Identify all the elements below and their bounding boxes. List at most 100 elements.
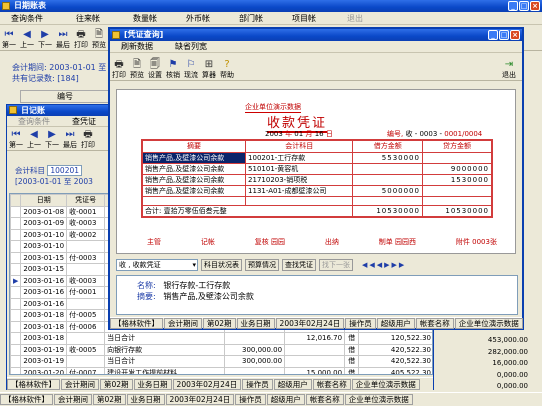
voucher-entry-row[interactable]: 销售产品,及壁漆公司余款 510101-黄容机 9000000 <box>141 162 493 175</box>
find-voucher-button[interactable]: 查找凭证 <box>282 258 316 271</box>
cell-date: 2003-01-10 <box>20 240 68 253</box>
voucher-title-bar[interactable]: [凭证查询] _ □ × <box>110 29 522 41</box>
cell-date: 2003-01-20 <box>20 366 68 374</box>
diary-next-button[interactable]: ▶ 下一 <box>43 129 61 150</box>
main-right-values: 453,000.00 282,000.00 16,000.00 0,000.00… <box>432 335 532 393</box>
voucher-entry-row[interactable] <box>141 195 493 206</box>
voucher-entry-row[interactable]: 销售产品,及壁漆公司余款 1131-A01-成都壁漆公司 5000000 <box>141 184 493 197</box>
entry-subject <box>245 195 354 206</box>
col-summary: 摘要 <box>141 139 247 153</box>
voucher-maximize-button[interactable]: □ <box>499 30 509 40</box>
print-button[interactable]: 🖶 打印 <box>72 29 90 50</box>
cell-summary: 建设开发工作提前材料 <box>104 366 226 374</box>
voucher-setup-button[interactable]: 🗐 设置 <box>146 59 164 80</box>
table-row[interactable]: 2003-01-19 当日合计 300,000.00 借 420,522.30 <box>10 355 432 368</box>
preview-icon: 🗎 <box>94 29 104 40</box>
cell-date: 2003-01-15 <box>20 251 68 264</box>
minimize-button[interactable]: _ <box>508 1 518 11</box>
voucher-exit-button[interactable]: ⇥ 退出 <box>500 59 518 80</box>
voucher-type-select[interactable]: 收 , 收款凭证 ▾ <box>116 258 198 271</box>
first-icon: ⏮ <box>4 29 14 40</box>
right-value: 0,000.00 <box>496 382 528 390</box>
close-button[interactable]: × <box>530 1 540 11</box>
voucher-print-button[interactable]: 🖶 打印 <box>110 59 128 80</box>
menu-query[interactable]: 查询条件 <box>0 13 54 24</box>
menu-account[interactable]: 往来帐 <box>54 13 111 24</box>
cell-debit <box>224 332 286 345</box>
voucher-preview-button[interactable]: 🗎 预览 <box>128 59 146 80</box>
calculator-button[interactable]: ⊞ 算器 <box>200 59 218 80</box>
cell-credit <box>284 343 346 356</box>
cell-credit: 12,016.70 <box>284 332 346 345</box>
table-row[interactable]: 2003-01-20 付-0007 建设开发工作提前材料 15,000.00 借 405,… <box>10 366 432 374</box>
setup-icon: 🗐 <box>150 59 160 70</box>
menu-project[interactable]: 项目帐 <box>274 13 327 24</box>
menu-currency[interactable]: 外币帐 <box>168 13 221 24</box>
row-marker <box>10 263 22 276</box>
preview-button[interactable]: 🗎 预览 <box>90 29 108 50</box>
voucher-menubar: 刷新数据 缺省列宽 <box>110 41 522 53</box>
cell-date: 2003-01-10 <box>20 228 68 241</box>
voucher-entry-row[interactable]: 销售产品,及壁漆公司余款 100201-工行存款 5530000 <box>141 151 493 164</box>
budget-button[interactable]: 预算情况 <box>245 258 279 271</box>
col-date[interactable]: 日期 <box>20 194 68 207</box>
diary-prev-button[interactable]: ◀ 上一 <box>25 129 43 150</box>
right-value: 0,000.00 <box>496 370 528 379</box>
entry-subject: 21710203-销项税 <box>245 173 354 186</box>
cell-direction: 借 <box>344 366 360 374</box>
diary-menu-query[interactable]: 查询条件 <box>7 116 61 127</box>
cell-voucher-no: 收-0005 <box>66 343 106 356</box>
menu-exit[interactable]: 退出 <box>327 13 374 24</box>
prev-button[interactable]: ◀ 上一 <box>18 29 36 50</box>
cell-voucher-no: 收-0001 <box>66 205 106 218</box>
last-button[interactable]: ⏭ 最后 <box>54 29 72 50</box>
entry-credit <box>421 151 493 164</box>
voucher-minimize-button[interactable]: _ <box>488 30 498 40</box>
entry-summary: 销售产品,及壁漆公司余款 <box>141 151 247 164</box>
main-menubar: 查询条件 往来帐 数量帐 外币帐 部门帐 项目帐 退出 <box>0 12 542 25</box>
subject-value: 100201 <box>47 165 83 176</box>
main-title-bar[interactable]: 日期账表 _ □ × <box>0 0 542 12</box>
cell-voucher-no <box>66 297 106 310</box>
diary-first-button[interactable]: ⏮ 第一 <box>7 129 25 150</box>
next-button[interactable]: ▶ 下一 <box>36 29 54 50</box>
first-button[interactable]: ⏮ 第一 <box>0 29 18 50</box>
cell-date: 2003-01-18 <box>20 332 68 345</box>
menu-quantity[interactable]: 数量帐 <box>111 13 168 24</box>
voucher-paper: 企业单位演示数据 收款凭证 2003 年 01 月 16 日 编号, 收 - 0… <box>116 89 516 254</box>
prev-icon: ◀ <box>30 129 38 140</box>
row-marker <box>10 366 22 374</box>
menu-default-width[interactable]: 缺省列宽 <box>164 41 218 52</box>
entry-subject: 100201-工行存款 <box>245 151 354 164</box>
maximize-button[interactable]: □ <box>519 1 529 11</box>
voucher-entry-row[interactable]: 销售产品,及壁漆公司余款 21710203-销项税 1530000 <box>141 173 493 186</box>
cell-voucher-no: 付-0007 <box>66 366 106 374</box>
find-next-button[interactable]: 找下一张 <box>319 258 353 271</box>
cell-date: 2003-01-19 <box>20 355 68 368</box>
menu-department[interactable]: 部门帐 <box>221 13 274 24</box>
entry-credit <box>421 184 493 197</box>
col-voucher-no[interactable]: 凭证号 <box>66 194 106 207</box>
table-row[interactable]: 2003-01-19 收-0005 向银行存款 300,000.00 借 420,522.… <box>10 343 432 356</box>
row-marker <box>10 320 22 333</box>
help-button[interactable]: ? 帮助 <box>218 59 236 80</box>
voucher-cashflow-button[interactable]: ⚐ 现流 <box>182 59 200 80</box>
main-col-header: 编号 <box>20 90 110 103</box>
diary-last-button[interactable]: ⏭ 最后 <box>61 129 79 150</box>
record-count: 共有记录数: [184] <box>12 74 79 83</box>
subject-status-button[interactable]: 科目状况表 <box>201 258 242 271</box>
cell-direction: 借 <box>344 355 360 368</box>
main-title: 日期账表 <box>14 1 46 10</box>
menu-refresh[interactable]: 刷新数据 <box>110 41 164 52</box>
voucher-verify-button[interactable]: ⚑ 核销 <box>164 59 182 80</box>
app-icon <box>2 2 10 10</box>
table-row[interactable]: 2003-01-18 当日合计 12,016.70 借 120,522.30 <box>10 332 432 345</box>
nav-arrows[interactable]: ◀◀◀▶▶▶ <box>362 261 406 269</box>
voucher-close-button[interactable]: × <box>510 30 520 40</box>
diary-menu-voucher[interactable]: 查凭证 <box>61 116 107 127</box>
row-marker <box>10 205 22 218</box>
cell-voucher-no <box>66 332 106 345</box>
diary-print-button[interactable]: 🖶 打印 <box>79 129 97 150</box>
voucher-icon <box>112 31 120 39</box>
cell-voucher-no: 收-0002 <box>66 228 106 241</box>
